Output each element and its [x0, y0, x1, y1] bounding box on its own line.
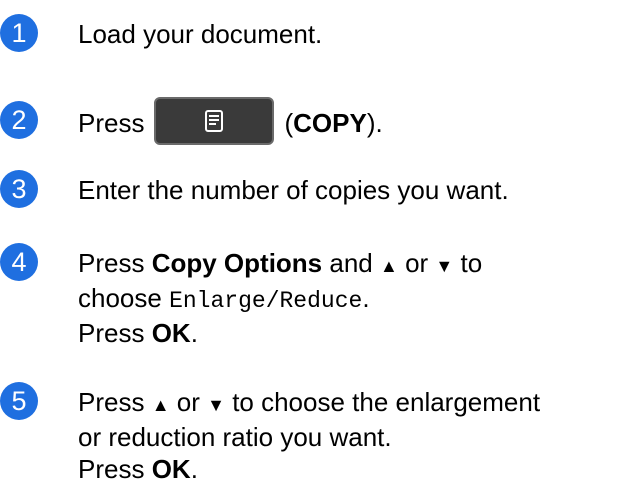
press-word: Press [78, 107, 145, 138]
close-paren: ). [366, 107, 383, 138]
step-4-line3: Press OK. [78, 318, 198, 348]
step-5-text: Press ▲ or ▼ to choose the enlargement o… [78, 386, 540, 485]
step-5-line3: Press OK. [78, 454, 198, 484]
step-number-badge: 5 [0, 382, 38, 420]
step-5-line1: Press ▲ or ▼ to choose the enlargement [78, 387, 541, 417]
copy-document-icon [205, 110, 224, 132]
step-number-badge: 1 [0, 14, 38, 52]
step-4-line1: Press Copy Options and ▲ or ▼ to [78, 248, 483, 278]
step-1-text: Load your document. [78, 18, 322, 50]
step-3-line1: Enter the number of copies you want. [78, 175, 509, 205]
step-2-text: Press (COPY). [78, 97, 383, 145]
menu-value: Enlarge/Reduce [169, 288, 363, 314]
step-3-text: Enter the number of copies you want. [78, 174, 509, 206]
step-number-badge: 3 [0, 170, 38, 208]
down-arrow-icon: ▼ [207, 395, 225, 415]
up-arrow-icon: ▲ [151, 395, 170, 415]
up-arrow-icon: ▲ [380, 256, 398, 276]
copy-label: COPY [293, 107, 367, 138]
step-1-line1: Load your document. [78, 19, 323, 49]
step-4-text: Press Copy Options and ▲ or ▼ to choose … [78, 247, 482, 349]
step-4-line2: choose Enlarge/Reduce. [78, 283, 370, 314]
step-5-line2: or reduction ratio you want. [78, 422, 392, 452]
ok-label: OK [151, 454, 191, 484]
open-paren: ( [284, 107, 294, 138]
ok-label: OK [151, 318, 191, 348]
copy-button[interactable] [154, 97, 275, 145]
copy-options-label: Copy Options [151, 248, 323, 278]
down-arrow-icon: ▼ [435, 256, 454, 276]
step-number-badge: 4 [0, 243, 38, 281]
step-number-badge: 2 [0, 101, 38, 139]
